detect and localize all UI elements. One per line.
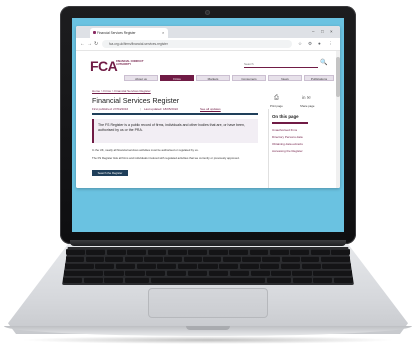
laptop-hinge (70, 240, 346, 246)
fca-logo-text: FINANCIAL CONDUCT AUTHORITY (116, 60, 144, 67)
trackpad[interactable] (148, 288, 268, 318)
otp-link-unauthorised[interactable]: Unauthorised firms (272, 128, 297, 132)
breadcrumb[interactable]: Home > Firms > Financial Services Regist… (92, 89, 151, 93)
nav-publications[interactable]: Publications (304, 75, 334, 81)
nav-about-us[interactable]: About us (124, 75, 158, 81)
webcam-icon (205, 10, 210, 15)
key-row-5 (63, 277, 354, 283)
key-row-2 (66, 256, 350, 262)
nav-consumers[interactable]: Consumers (232, 75, 266, 81)
search-icon[interactable]: 🔍 (320, 59, 327, 67)
intro-callout-text: The FS Register is a public record of fi… (98, 123, 245, 132)
star-icon[interactable]: ☆ (298, 38, 302, 50)
browser-tab[interactable]: Financial Services Register (90, 28, 168, 38)
nav-firms[interactable]: Firms (160, 75, 194, 81)
otp-link-directory[interactable]: Directory Persons data (272, 135, 303, 139)
body-paragraph-2: The FS Register lists all firms and indi… (92, 156, 240, 160)
see-all-updates-link[interactable]: See all updates (200, 107, 221, 111)
body-paragraph-1: In the UK, nearly all financial services… (92, 148, 199, 152)
tab-title: Financial Services Register (97, 31, 136, 35)
extensions-icon[interactable]: ⚙ (308, 38, 312, 50)
web-page: FCA FINANCIAL CONDUCT AUTHORITY 🔍 About … (76, 51, 340, 188)
last-updated: Last updated: 18/05/2022 (144, 107, 179, 111)
on-this-page-divider (272, 122, 308, 124)
minimize-icon[interactable]: – (312, 27, 315, 37)
meta-separator: | (140, 107, 141, 111)
reload-icon[interactable]: ↻ (94, 38, 98, 50)
maximize-icon[interactable]: □ (321, 27, 324, 37)
otp-link-extracts[interactable]: Obtaining data extracts (272, 142, 303, 146)
key-row-3 (65, 263, 351, 269)
key-row-4 (64, 270, 352, 276)
print-icon[interactable]: ⎙ (274, 95, 279, 101)
close-window-icon[interactable]: × (330, 27, 333, 37)
tab-close-icon[interactable]: × (162, 28, 164, 38)
fca-logo[interactable]: FCA (90, 59, 118, 73)
forward-icon[interactable]: → (87, 38, 92, 50)
menu-icon[interactable]: ⋮ (328, 38, 333, 50)
laptop-screen: Financial Services Register × – □ × ← → … (72, 18, 344, 232)
share-page-link[interactable]: Share page (300, 104, 314, 108)
laptop-shadow (20, 336, 396, 344)
url-input[interactable]: fca.org.uk/firms/financial-services-regi… (102, 40, 292, 48)
nav-news[interactable]: News (268, 75, 302, 81)
lid-opening-notch (186, 326, 230, 330)
title-divider (92, 113, 258, 115)
print-page-link[interactable]: Print page (270, 104, 283, 108)
profile-icon[interactable]: ● (318, 38, 321, 50)
tab-favicon-icon (93, 31, 96, 34)
otp-link-accessing[interactable]: Accessing the Register (272, 149, 303, 153)
scrollbar-thumb[interactable] (336, 57, 340, 97)
on-this-page-title: On this page (272, 114, 299, 119)
nav-markets[interactable]: Markets (196, 75, 230, 81)
site-search-input[interactable] (244, 61, 318, 68)
search-register-button[interactable]: Search the Register (92, 170, 128, 176)
first-published: First published: 27/04/2016 (92, 107, 129, 111)
page-title: Financial Services Register (92, 96, 180, 105)
key-row-1 (66, 249, 350, 255)
share-icon[interactable]: in ✉ (302, 95, 311, 101)
browser-window: Financial Services Register × – □ × ← → … (76, 26, 340, 188)
back-icon[interactable]: ← (80, 38, 85, 50)
